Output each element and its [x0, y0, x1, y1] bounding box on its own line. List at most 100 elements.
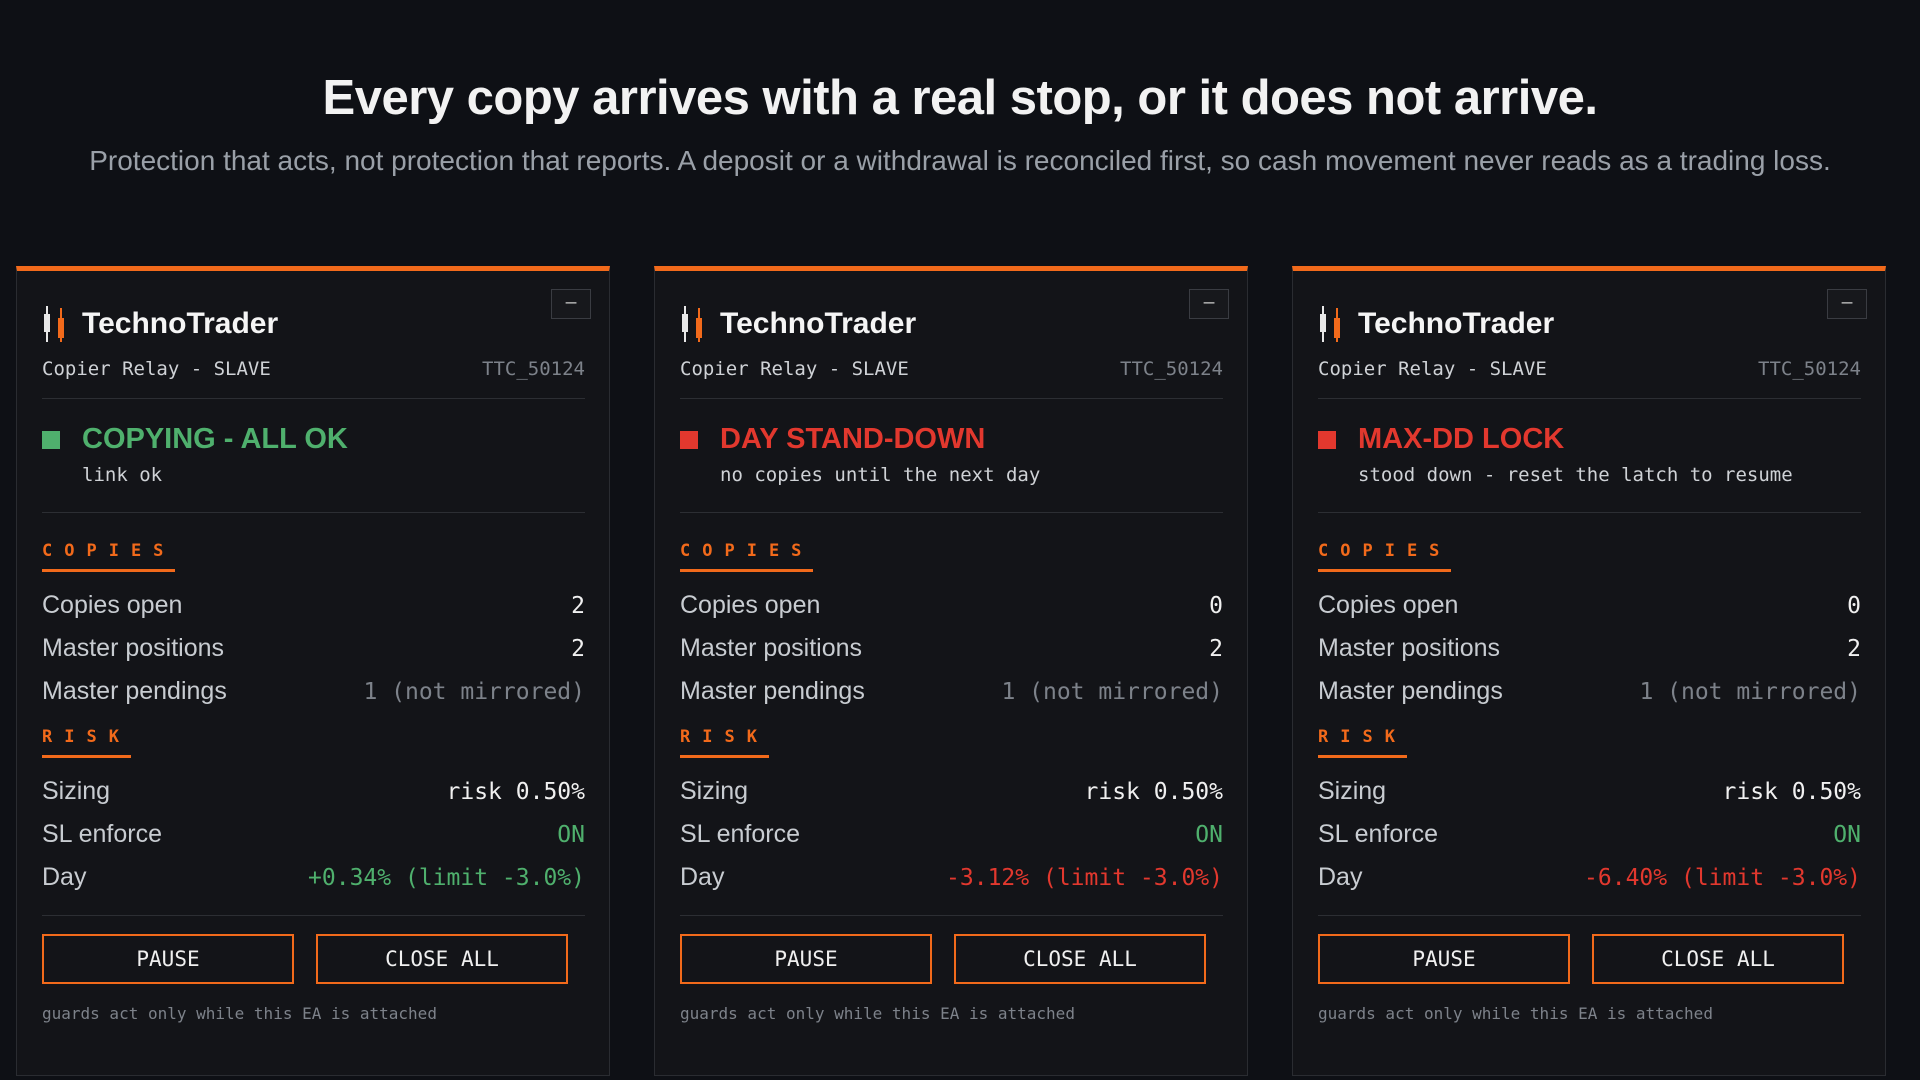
footnote: guards act only while this EA is attache… [680, 1004, 1075, 1023]
status-detail: no copies until the next day [720, 464, 1041, 486]
brand-name: TechnoTrader [1358, 307, 1555, 340]
master-positions-row: Master positions 2 [42, 627, 585, 670]
relay-role: Copier Relay - SLAVE [680, 358, 909, 380]
relay-role: Copier Relay - SLAVE [1318, 358, 1547, 380]
copies-section-header: COPIES [680, 513, 1223, 572]
candlestick-logo-icon [682, 306, 702, 342]
copies-section-label: COPIES [1318, 541, 1452, 572]
divider [42, 915, 585, 916]
copies-section-header: COPIES [42, 513, 585, 572]
brand-name: TechnoTrader [82, 307, 279, 340]
sl-enforce-row: SL enforce ON [680, 813, 1223, 856]
minimize-button[interactable]: – [1827, 289, 1867, 319]
account-id: TTC_50124 [1120, 358, 1223, 380]
footnote: guards act only while this EA is attache… [1318, 1004, 1713, 1023]
sizing-row: Sizing risk 0.50% [42, 770, 585, 813]
master-pendings-label: Master pendings [680, 677, 865, 705]
master-pendings-row: Master pendings 1 (not mirrored) [42, 670, 585, 713]
master-pendings-label: Master pendings [42, 677, 227, 705]
sizing-value: risk 0.50% [446, 778, 585, 805]
day-label: Day [42, 863, 87, 891]
sizing-row: Sizing risk 0.50% [1318, 770, 1861, 813]
copies-open-value: 0 [1847, 592, 1861, 619]
divider [680, 915, 1223, 916]
status-title: COPYING - ALL OK [82, 423, 348, 455]
sl-enforce-row: SL enforce ON [42, 813, 585, 856]
copies-open-row: Copies open 0 [1318, 584, 1861, 627]
action-buttons: PAUSE CLOSE ALL [42, 934, 585, 984]
pause-button[interactable]: PAUSE [1318, 934, 1570, 984]
sl-enforce-value: ON [557, 821, 585, 848]
master-positions-label: Master positions [42, 634, 225, 662]
sizing-label: Sizing [1318, 777, 1387, 805]
risk-section-header: RISK [680, 713, 1223, 758]
status-detail: link ok [82, 464, 163, 486]
brand: TechnoTrader [680, 304, 1223, 344]
sizing-label: Sizing [42, 777, 111, 805]
relay-subheader: Copier Relay - SLAVE TTC_50124 [42, 358, 585, 380]
candlestick-logo-icon [44, 306, 64, 342]
day-value: -6.40% (limit -3.0%) [1584, 864, 1861, 891]
master-positions-value: 2 [1209, 635, 1223, 662]
relay-panel: – TechnoTrader Copier Relay - SLAVE TTC_… [1292, 266, 1886, 1076]
relay-subheader: Copier Relay - SLAVE TTC_50124 [1318, 358, 1861, 380]
copies-section-header: COPIES [1318, 513, 1861, 572]
status-block: COPYING - ALL OK link ok [42, 399, 585, 512]
close-all-button[interactable]: CLOSE ALL [316, 934, 568, 984]
copies-open-value: 0 [1209, 592, 1223, 619]
master-positions-row: Master positions 2 [680, 627, 1223, 670]
master-positions-value: 2 [1847, 635, 1861, 662]
master-pendings-label: Master pendings [1318, 677, 1503, 705]
page-title: Every copy arrives with a real stop, or … [322, 71, 1598, 125]
status-title: DAY STAND-DOWN [720, 423, 986, 455]
status-block: MAX-DD LOCK stood down - reset the latch… [1318, 399, 1861, 512]
status-detail: stood down - reset the latch to resume [1358, 464, 1793, 486]
risk-section-label: RISK [680, 727, 769, 758]
minimize-button[interactable]: – [1189, 289, 1229, 319]
status-block: DAY STAND-DOWN no copies until the next … [680, 399, 1223, 512]
sl-enforce-value: ON [1833, 821, 1861, 848]
relay-role: Copier Relay - SLAVE [42, 358, 271, 380]
sizing-value: risk 0.50% [1084, 778, 1223, 805]
day-row: Day -3.12% (limit -3.0%) [680, 856, 1223, 899]
master-pendings-row: Master pendings 1 (not mirrored) [680, 670, 1223, 713]
candlestick-logo-icon [1320, 306, 1340, 342]
master-positions-label: Master positions [680, 634, 863, 662]
hero: Every copy arrives with a real stop, or … [0, 0, 1920, 178]
close-all-button[interactable]: CLOSE ALL [1592, 934, 1844, 984]
master-positions-row: Master positions 2 [1318, 627, 1861, 670]
master-positions-label: Master positions [1318, 634, 1501, 662]
pause-button[interactable]: PAUSE [42, 934, 294, 984]
status-title: MAX-DD LOCK [1358, 423, 1565, 455]
sizing-value: risk 0.50% [1722, 778, 1861, 805]
day-row: Day +0.34% (limit -3.0%) [42, 856, 585, 899]
minimize-button[interactable]: – [551, 289, 591, 319]
copies-open-row: Copies open 2 [42, 584, 585, 627]
relay-subheader: Copier Relay - SLAVE TTC_50124 [680, 358, 1223, 380]
risk-rows: Sizing risk 0.50% SL enforce ON Day -3.1… [680, 770, 1223, 899]
sizing-row: Sizing risk 0.50% [680, 770, 1223, 813]
risk-rows: Sizing risk 0.50% SL enforce ON Day +0.3… [42, 770, 585, 899]
day-value: -3.12% (limit -3.0%) [946, 864, 1223, 891]
copies-rows: Copies open 0 Master positions 2 Master … [680, 584, 1223, 713]
master-pendings-row: Master pendings 1 (not mirrored) [1318, 670, 1861, 713]
sizing-label: Sizing [680, 777, 749, 805]
copies-open-value: 2 [571, 592, 585, 619]
copies-open-label: Copies open [680, 591, 821, 619]
close-all-button[interactable]: CLOSE ALL [954, 934, 1206, 984]
master-positions-value: 2 [571, 635, 585, 662]
brand-name: TechnoTrader [720, 307, 917, 340]
copies-section-label: COPIES [42, 541, 176, 572]
brand: TechnoTrader [1318, 304, 1861, 344]
footnote: guards act only while this EA is attache… [42, 1004, 437, 1023]
copies-open-row: Copies open 0 [680, 584, 1223, 627]
copies-rows: Copies open 0 Master positions 2 Master … [1318, 584, 1861, 713]
risk-section-label: RISK [1318, 727, 1407, 758]
sl-enforce-label: SL enforce [42, 820, 162, 848]
panel-cards: – TechnoTrader Copier Relay - SLAVE TTC_… [16, 266, 1886, 1076]
copies-section-label: COPIES [680, 541, 814, 572]
sl-enforce-label: SL enforce [680, 820, 800, 848]
pause-button[interactable]: PAUSE [680, 934, 932, 984]
sl-enforce-value: ON [1195, 821, 1223, 848]
day-value: +0.34% (limit -3.0%) [308, 864, 585, 891]
